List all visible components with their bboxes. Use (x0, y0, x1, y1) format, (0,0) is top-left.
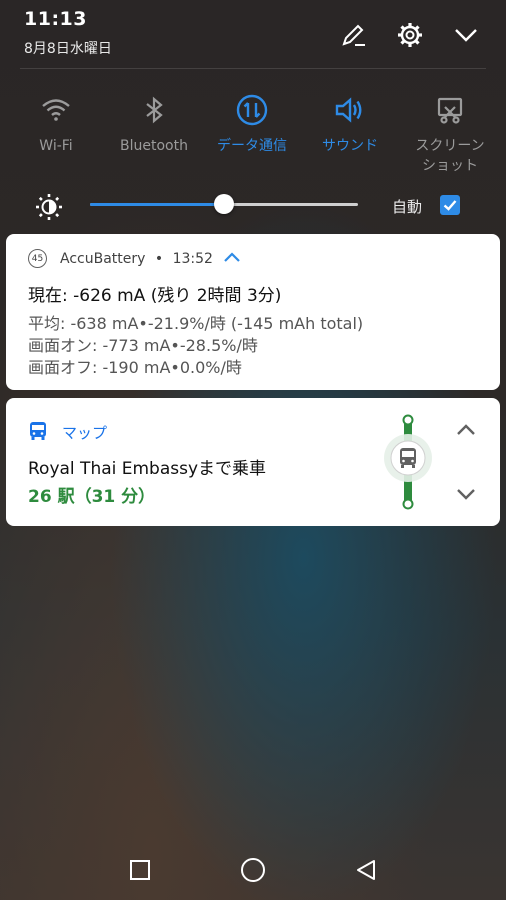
accubattery-app-icon: 45 (28, 249, 47, 268)
mobile-data-icon (204, 90, 300, 130)
toggle-mobile-data[interactable]: データ通信 (204, 90, 300, 156)
header-divider (20, 68, 486, 69)
toggle-wifi[interactable]: Wi-Fi (8, 90, 104, 156)
back-triangle-icon (357, 860, 375, 880)
accubattery-notification[interactable]: 45 AccuBattery • 13:52 現在: -626 mA (残り 2… (6, 234, 500, 390)
toggle-sound[interactable]: サウンド (302, 90, 398, 156)
back-button[interactable] (346, 850, 386, 890)
toggle-mobile-data-label: データ通信 (217, 138, 287, 154)
recents-button[interactable] (120, 850, 160, 890)
battery-average-line: 平均: -638 mA•-21.9%/時 (-145 mAh total) (28, 314, 364, 333)
battery-screen-on-line: 画面オン: -773 mA•-28.5%/時 (28, 336, 258, 355)
brightness-icon (34, 192, 64, 222)
home-button[interactable] (233, 850, 273, 890)
previous-step-chevron-icon[interactable] (452, 416, 480, 444)
expand-collapse-icon[interactable] (223, 251, 241, 267)
screenshot-icon (402, 90, 498, 130)
battery-screen-off-line: 画面オフ: -190 mA•0.0%/時 (28, 358, 242, 377)
notification-header: AccuBattery • 13:52 (60, 251, 241, 267)
auto-brightness-checkbox[interactable] (440, 195, 460, 215)
bluetooth-icon (106, 90, 202, 130)
next-step-chevron-icon[interactable] (452, 480, 480, 508)
auto-brightness-label: 自動 (392, 198, 423, 216)
wifi-icon (8, 90, 104, 130)
maps-app-name: マップ (62, 424, 108, 442)
brightness-fill (90, 203, 224, 206)
edit-icon[interactable] (338, 20, 368, 50)
brightness-slider-thumb[interactable] (214, 194, 234, 214)
maps-stops-duration: 26 駅（31 分） (28, 487, 156, 507)
square-icon (130, 860, 150, 880)
toggle-bluetooth-label: Bluetooth (120, 138, 188, 154)
maps-destination-title: Royal Thai Embassyまで乗車 (28, 459, 267, 479)
checkmark-icon (443, 200, 457, 211)
transit-progress-icon (380, 412, 436, 512)
clock-time: 11:13 (24, 8, 87, 30)
collapse-chevron-icon[interactable] (451, 20, 481, 50)
date-label: 8月8日水曜日 (24, 41, 112, 57)
toggle-sound-label: サウンド (322, 138, 378, 154)
battery-current-title: 現在: -626 mA (残り 2時間 3分) (28, 286, 282, 306)
notification-time: 13:52 (172, 251, 213, 267)
toggle-screenshot[interactable]: スクリーン ショット (402, 90, 498, 176)
toggle-bluetooth[interactable]: Bluetooth (106, 90, 202, 156)
toggle-screenshot-label-line2: ショット (422, 158, 478, 174)
toggle-screenshot-label-line1: スクリーン (415, 138, 485, 154)
sound-icon (302, 90, 398, 130)
app-name: AccuBattery (60, 251, 146, 267)
toggle-wifi-label: Wi-Fi (39, 138, 73, 154)
settings-icon[interactable] (395, 20, 425, 50)
bus-icon (28, 421, 48, 441)
header-separator: • (154, 251, 164, 267)
toggle-screenshot-label: スクリーン ショット (402, 136, 498, 176)
circle-icon (241, 858, 265, 882)
maps-notification[interactable]: マップ Royal Thai Embassyまで乗車 26 駅（31 分） (6, 398, 500, 526)
